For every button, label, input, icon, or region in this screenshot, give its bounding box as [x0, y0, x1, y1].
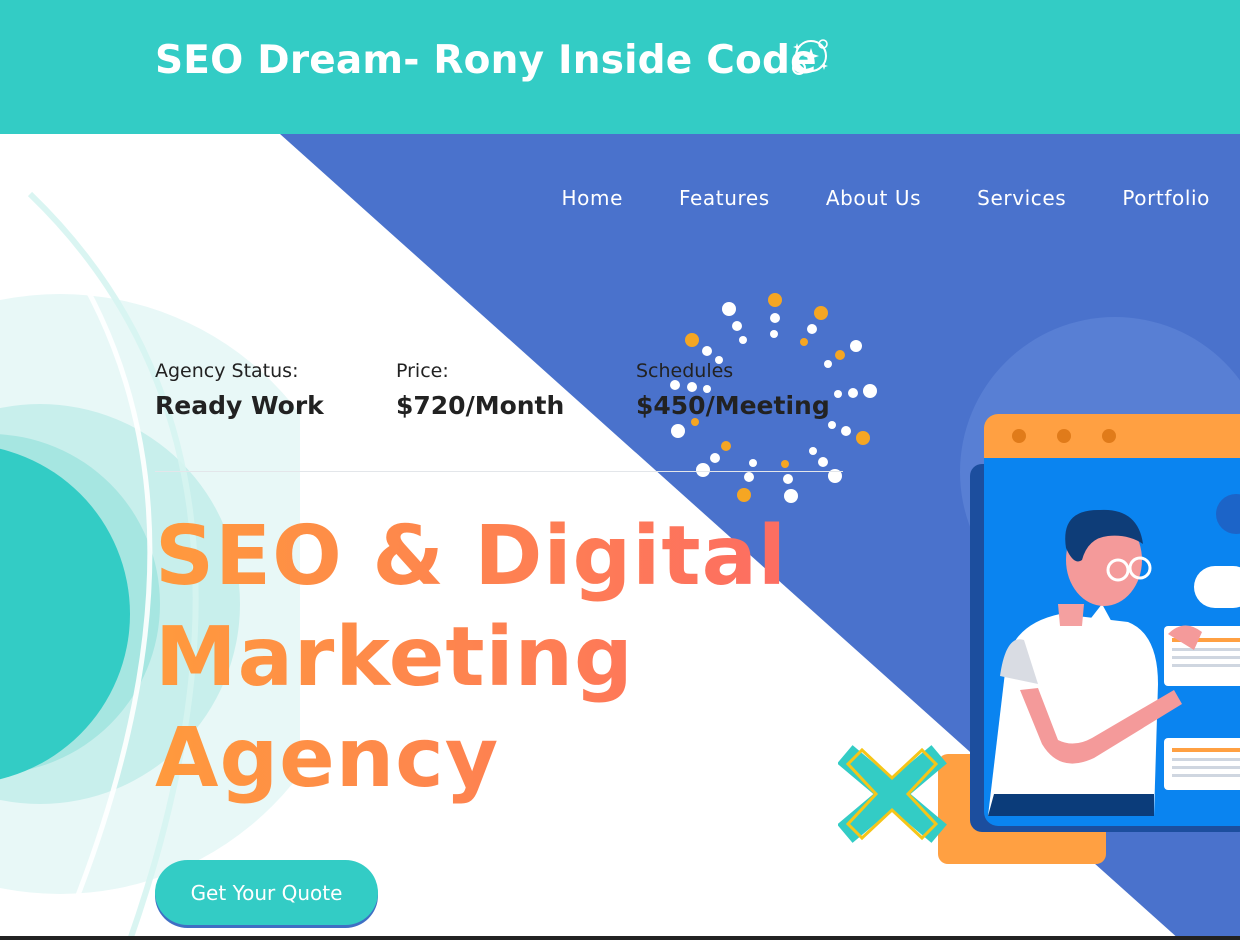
stat-label: Price: [396, 360, 449, 382]
headline-line: Agency [155, 711, 500, 806]
site-header: SEO Dream- Rony Inside Code [0, 0, 1240, 134]
nav-home[interactable]: Home [562, 186, 623, 210]
marketer-illustration [838, 414, 1240, 864]
bottom-border [0, 936, 1240, 940]
stat-schedules: Schedules $450/Meeting [636, 360, 830, 420]
headline-line: Marketing [155, 610, 634, 705]
sparkle-planet-icon [792, 39, 828, 75]
stat-agency-status: Agency Status: Ready Work [155, 360, 324, 420]
site-title[interactable]: SEO Dream- Rony Inside Code [155, 38, 817, 83]
nav-about-us[interactable]: About Us [826, 186, 921, 210]
stats-divider [155, 471, 843, 472]
hero-headline: SEO & Digital Marketing Agency [155, 506, 787, 809]
headline-line: SEO & Digital [155, 509, 788, 604]
nav-services[interactable]: Services [977, 186, 1066, 210]
stat-value: Ready Work [155, 391, 324, 420]
stat-value: $450/Meeting [636, 391, 830, 420]
stat-value: $720/Month [396, 391, 565, 420]
get-quote-button[interactable]: Get Your Quote [155, 860, 378, 925]
main-nav: Home Features About Us Services Portfoli… [562, 186, 1210, 210]
hero-section: Home Features About Us Services Portfoli… [0, 134, 1240, 940]
stat-label: Agency Status: [155, 360, 299, 382]
nav-features[interactable]: Features [679, 186, 770, 210]
stat-label: Schedules [636, 360, 734, 382]
stat-price: Price: $720/Month [396, 360, 564, 420]
x-shape-icon [838, 745, 947, 843]
nav-portfolio[interactable]: Portfolio [1122, 186, 1210, 210]
